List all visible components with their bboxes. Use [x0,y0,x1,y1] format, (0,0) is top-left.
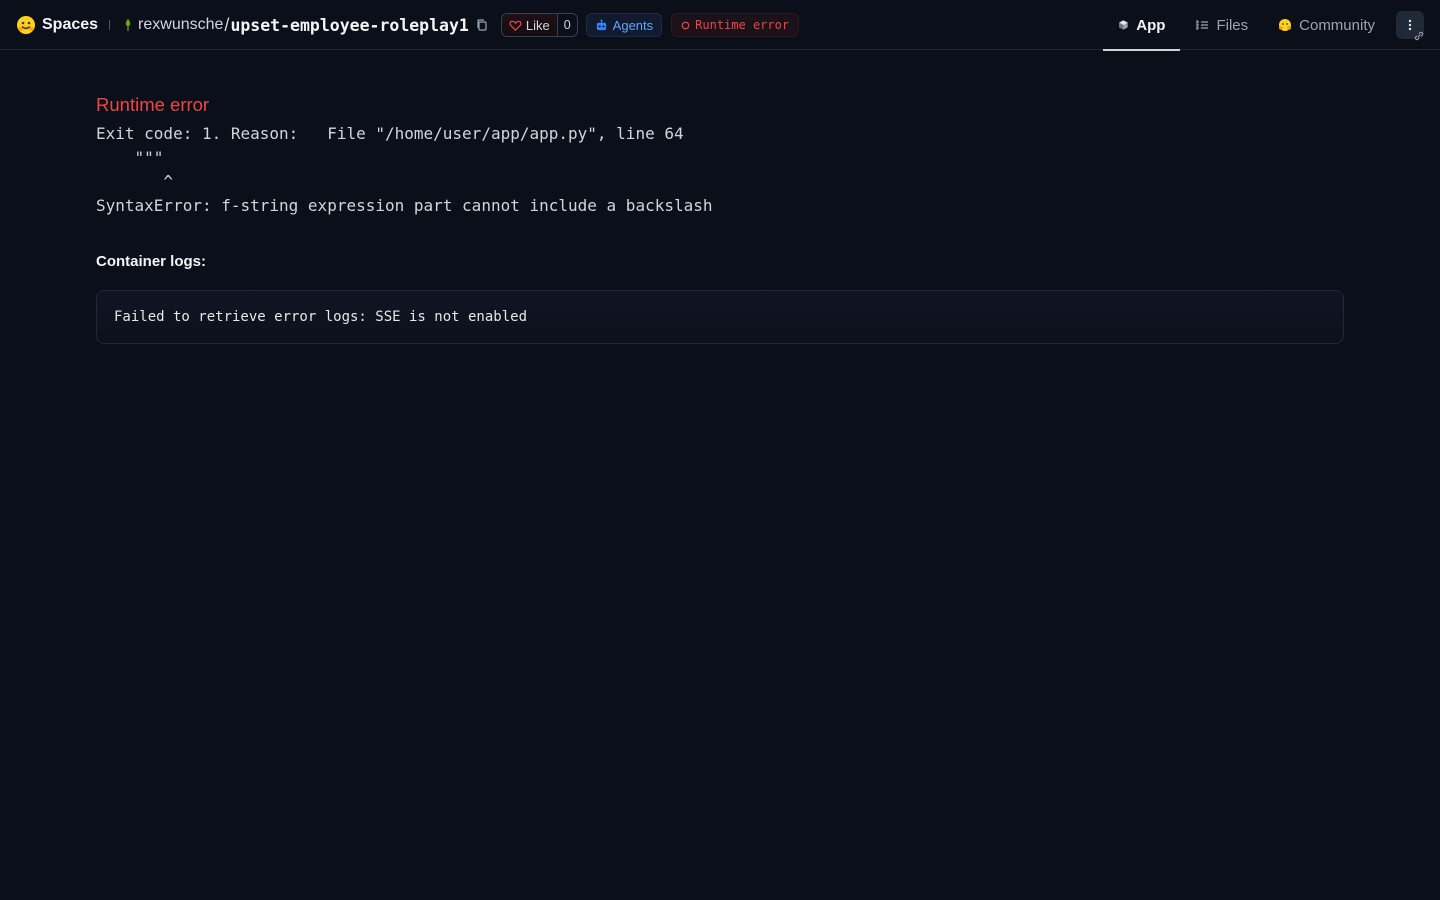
tab-files[interactable]: Files [1180,0,1263,50]
error-panel: Runtime error Exit code: 1. Reason: File… [96,90,1344,344]
path-separator: / [224,14,230,35]
error-traceback: Exit code: 1. Reason: File "/home/user/a… [96,122,1344,218]
like-button-group: Like 0 [500,13,578,37]
like-label: Like [525,17,550,33]
owner-avatar-icon [125,19,131,31]
like-count[interactable]: 0 [556,14,577,36]
agents-button[interactable]: Agents [585,13,663,37]
more-options-button[interactable] [1396,11,1424,41]
top-navigation-bar: Spaces rexwunsche / upset-employee-rolep… [0,0,1440,51]
error-line: SyntaxError: f-string expression part ca… [96,196,713,215]
status-circle-icon [681,21,690,29]
divider [109,20,111,30]
owner-link[interactable]: rexwunsche [138,16,223,34]
agents-label: Agents [612,17,654,33]
space-tabs: App Files Community [1103,0,1440,51]
container-logs-title: Container logs: [96,253,207,270]
container-logs-box: Failed to retrieve error logs: SSE is no… [96,290,1344,344]
copy-icon[interactable] [475,18,489,32]
tab-app[interactable]: App [1103,0,1181,51]
error-line: """ [96,148,164,167]
status-badge[interactable]: Runtime error [671,13,800,37]
spaces-home-link[interactable]: Spaces [16,15,98,35]
hugging-face-logo-icon [17,16,35,34]
breadcrumb: Spaces rexwunsche / upset-employee-rolep… [16,0,800,50]
tab-app-label: App [1136,16,1166,34]
file-tree-icon [1196,20,1209,30]
spaces-label: Spaces [42,16,99,33]
tab-community-label: Community [1299,16,1375,34]
like-button[interactable]: Like [501,14,557,36]
tab-files-label: Files [1216,16,1249,34]
link-icon [1414,31,1424,41]
robot-icon [596,18,606,30]
status-label: Runtime error [695,18,790,32]
heart-icon [509,20,522,31]
cube-icon [1119,20,1129,30]
tab-community[interactable]: Community [1263,0,1390,50]
error-line: Exit code: 1. Reason: File "/home/user/a… [96,124,684,143]
repo-name-link[interactable]: upset-employee-roleplay1 [230,16,468,35]
hf-emoji-icon [1279,19,1292,31]
logs-message: Failed to retrieve error logs: SSE is no… [114,309,528,325]
error-title: Runtime error [96,94,210,115]
error-line: ^ [96,172,174,191]
